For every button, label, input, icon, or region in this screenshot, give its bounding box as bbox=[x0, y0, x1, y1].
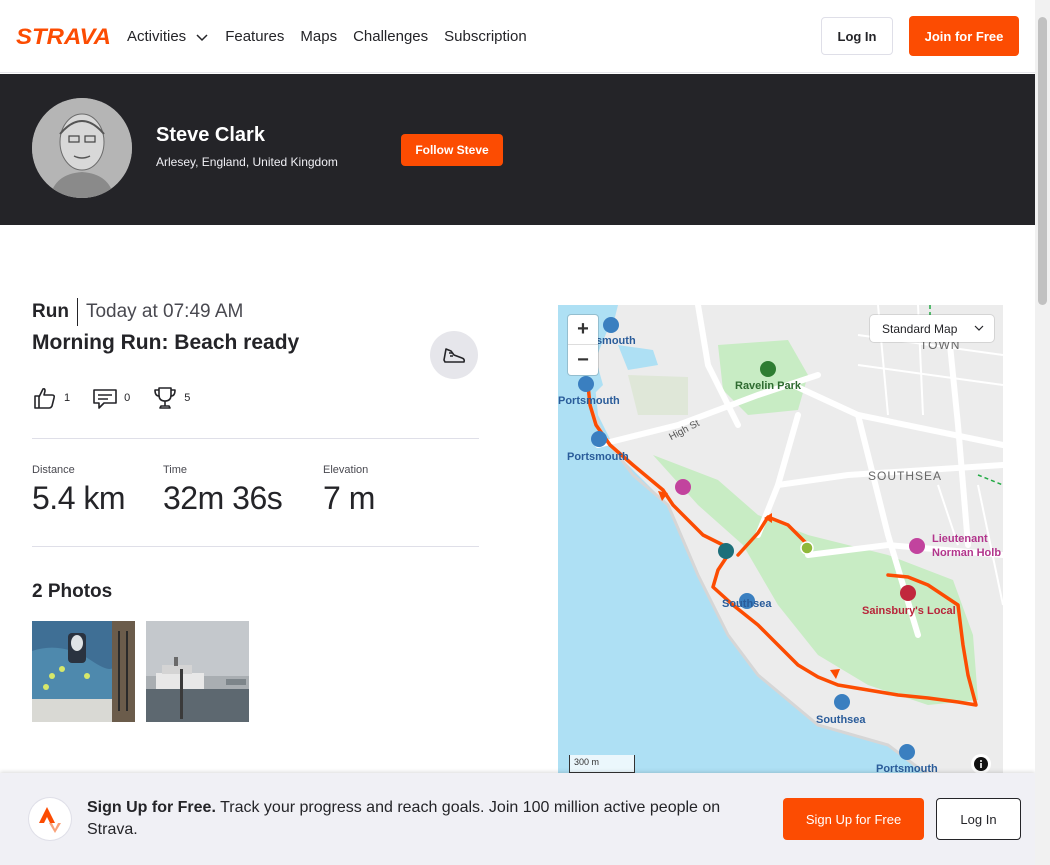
nav-maps[interactable]: Maps bbox=[300, 28, 337, 45]
map-label-southsea-district: SOUTHSEA bbox=[868, 469, 943, 483]
map-label-portsmouth: Portsmouth bbox=[567, 451, 629, 463]
athlete-name[interactable]: Steve Clark bbox=[156, 124, 265, 147]
chevron-down-icon bbox=[196, 33, 208, 41]
stat-value: 32m 36s bbox=[163, 480, 283, 516]
info-icon bbox=[974, 757, 988, 771]
zoom-out-button[interactable]: − bbox=[568, 345, 598, 375]
signup-login-button[interactable]: Log In bbox=[936, 798, 1021, 840]
top-navigation: STRAVA Activities Features Maps Challeng… bbox=[0, 0, 1035, 73]
login-button[interactable]: Log In bbox=[821, 17, 893, 55]
comment-icon bbox=[93, 389, 117, 409]
map-info-button[interactable] bbox=[971, 754, 991, 774]
comments-count: 0 bbox=[124, 392, 131, 404]
activity-meta: Run Today at 07:49 AM bbox=[32, 298, 243, 326]
nav-challenges-label: Challenges bbox=[353, 28, 429, 45]
divider bbox=[32, 438, 479, 439]
nav-activities[interactable]: Activities bbox=[127, 28, 209, 45]
logo-text: STRAVA bbox=[16, 24, 111, 49]
avatar-image bbox=[32, 98, 132, 198]
activity-time: Today at 07:49 AM bbox=[85, 301, 244, 322]
photo-image bbox=[32, 621, 135, 722]
nav-challenges[interactable]: Challenges bbox=[353, 28, 428, 45]
map-label-lieutenant: Lieutenant bbox=[932, 533, 988, 545]
nav-features[interactable]: Features bbox=[225, 28, 284, 45]
main-nav: Activities Features Maps Challenges Subs… bbox=[127, 0, 543, 73]
achievements-button[interactable]: 5 bbox=[152, 385, 190, 411]
route-map[interactable]: rtsmouth Portsmouth Portsmouth Portsmout… bbox=[558, 305, 1003, 775]
photo-thumbnail-ferry[interactable] bbox=[146, 621, 249, 722]
strava-logo[interactable]: STRAVA bbox=[16, 22, 112, 50]
map-label-norman: Norman Holb bbox=[932, 547, 1002, 559]
activity-title: Morning Run: Beach ready bbox=[32, 331, 300, 354]
scrollbar-thumb[interactable] bbox=[1038, 17, 1047, 305]
shoe-icon bbox=[443, 348, 466, 363]
stat-distance: Distance 5.4 km bbox=[32, 464, 126, 517]
strava-chevron-icon bbox=[39, 807, 61, 833]
nav-activities-label: Activities bbox=[127, 28, 187, 45]
gear-shoe-button[interactable] bbox=[430, 331, 478, 379]
stat-value: 5.4 km bbox=[32, 480, 126, 516]
athlete-location: Arlesey, England, United Kingdom bbox=[156, 155, 338, 169]
stat-value: 7 m bbox=[323, 480, 375, 516]
kudos-count: 1 bbox=[64, 392, 71, 404]
map-type-select[interactable]: Standard Map bbox=[870, 315, 994, 342]
stat-label: Distance bbox=[32, 464, 75, 476]
map-label-southsea: Southsea bbox=[816, 714, 866, 726]
chevron-down-icon bbox=[974, 325, 984, 331]
nav-subscription-label: Subscription bbox=[444, 28, 527, 45]
nav-features-label: Features bbox=[225, 28, 285, 45]
stat-time: Time 32m 36s bbox=[163, 464, 283, 517]
social-stats: 1 0 5 bbox=[32, 384, 212, 412]
divider bbox=[32, 546, 479, 547]
signup-banner: Sign Up for Free. Track your progress an… bbox=[0, 773, 1035, 865]
strava-mark-icon bbox=[29, 798, 71, 840]
map-label-southsea: Southsea bbox=[722, 598, 772, 610]
photos-title: 2 Photos bbox=[32, 581, 113, 602]
map-scale: 300 m bbox=[569, 755, 635, 773]
signup-message-bold: Sign Up for Free. bbox=[87, 799, 216, 816]
signup-button[interactable]: Sign Up for Free bbox=[783, 798, 924, 840]
photo-thumbnail-mural[interactable] bbox=[32, 621, 135, 722]
map-type-value: Standard Map bbox=[882, 321, 958, 336]
athlete-banner: Steve Clark Arlesey, England, United Kin… bbox=[0, 74, 1035, 225]
stat-label: Elevation bbox=[323, 464, 369, 476]
join-button[interactable]: Join for Free bbox=[909, 16, 1019, 56]
map-label-portsmouth: Portsmouth bbox=[558, 395, 620, 407]
activity-type: Run bbox=[32, 298, 78, 326]
photo-image bbox=[146, 621, 249, 722]
page-scrollbar[interactable] bbox=[1035, 0, 1050, 865]
stat-label: Time bbox=[163, 464, 188, 476]
zoom-in-button[interactable]: + bbox=[568, 315, 598, 345]
achievements-count: 5 bbox=[184, 392, 191, 404]
signup-message: Sign Up for Free. Track your progress an… bbox=[87, 797, 767, 841]
thumbs-up-icon bbox=[34, 387, 56, 409]
comments-button[interactable]: 0 bbox=[92, 385, 130, 411]
zoom-controls: + − bbox=[568, 315, 598, 375]
kudos-button[interactable]: 1 bbox=[32, 385, 70, 411]
follow-button[interactable]: Follow Steve bbox=[401, 134, 503, 166]
athlete-avatar[interactable] bbox=[32, 98, 132, 198]
trophy-icon bbox=[154, 387, 177, 409]
map-label-ravelin-park: Ravelin Park bbox=[735, 380, 802, 392]
stat-elevation: Elevation 7 m bbox=[323, 464, 375, 517]
nav-maps-label: Maps bbox=[300, 28, 338, 45]
map-label-sainsburys: Sainsbury's Local bbox=[862, 605, 956, 617]
nav-subscription[interactable]: Subscription bbox=[444, 28, 527, 45]
